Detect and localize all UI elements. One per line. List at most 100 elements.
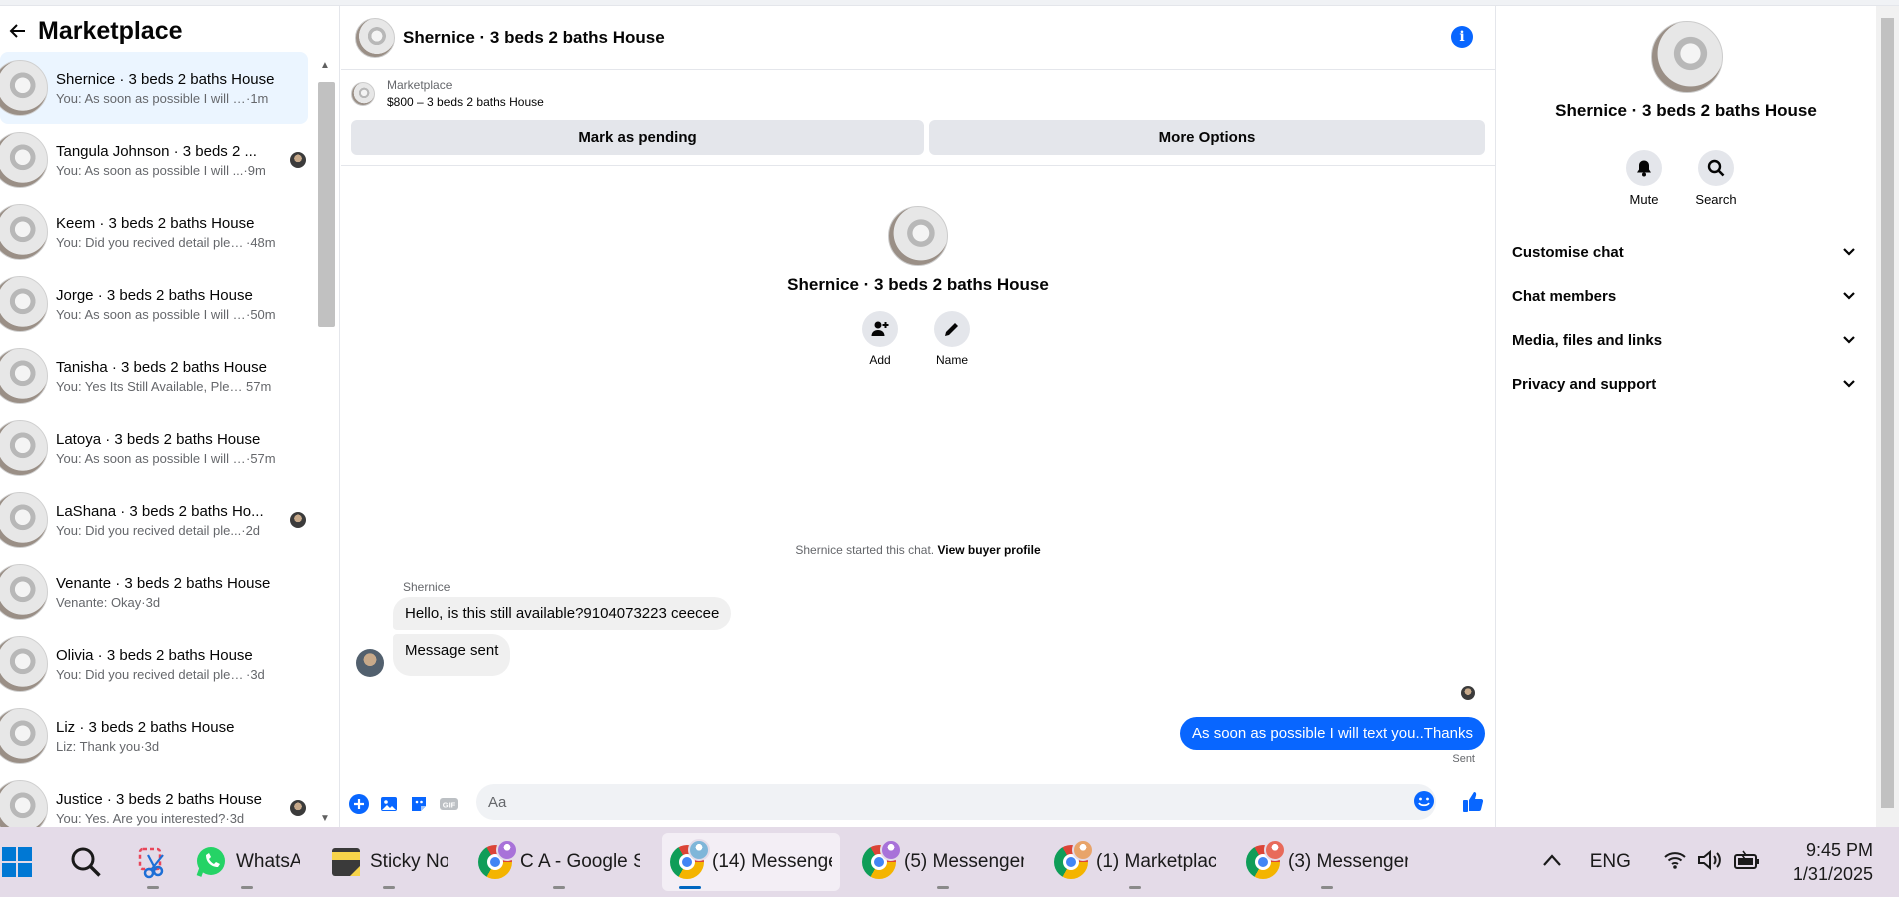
sender-avatar[interactable] <box>356 649 384 677</box>
search-in-chat-button[interactable]: Search <box>1695 150 1737 207</box>
details-section[interactable]: Media, files and links <box>1506 318 1866 362</box>
conversation-avatar <box>0 492 48 548</box>
details-section[interactable]: Chat members <box>1506 274 1866 318</box>
conversation-preview: You: Yes Its Still Available, Pleas... <box>56 378 246 394</box>
pencil-icon <box>945 323 958 336</box>
back-button[interactable] <box>4 17 32 45</box>
sent-status: Sent <box>1452 753 1475 765</box>
listing-label: Marketplace <box>387 78 453 92</box>
conversation-name: Tanisha · 3 beds 2 baths House <box>56 358 267 376</box>
taskbar-app[interactable]: WhatsAp <box>186 833 308 891</box>
arrow-left-icon <box>9 24 25 38</box>
taskbar-app[interactable]: C A - Google S <box>470 833 648 891</box>
details-section[interactable]: Privacy and support <box>1506 362 1866 406</box>
taskbar-app[interactable]: (5) Messenger <box>854 833 1032 891</box>
taskbar-snipping-tool[interactable] <box>128 833 178 891</box>
conversation-avatar <box>0 276 48 332</box>
system-tray: ENG 9:45 PM 1/31/2025 <box>1542 827 1899 897</box>
taskbar-app-label: (14) Messenger <box>712 851 832 872</box>
gif-icon: GIF <box>440 797 458 810</box>
conversation-item[interactable]: Tanisha · 3 beds 2 baths House You: Yes I… <box>0 340 314 412</box>
sender-name: Shernice <box>403 580 451 594</box>
conversation-item[interactable]: Keem · 3 beds 2 baths House You: Did you … <box>0 196 314 268</box>
show-hidden-icons-button[interactable] <box>1542 853 1562 872</box>
outgoing-message[interactable]: As soon as possible I will text you..Tha… <box>1180 717 1485 750</box>
volume-icon[interactable] <box>1697 849 1723 876</box>
like-button[interactable] <box>1461 790 1485 814</box>
attach-photo-button[interactable] <box>378 793 400 815</box>
mark-pending-button[interactable]: Mark as pending <box>351 120 924 155</box>
conversation-item[interactable]: Olivia · 3 beds 2 baths House You: Did yo… <box>0 628 314 700</box>
conversation-time: ·3d <box>246 666 265 682</box>
conversation-item[interactable]: Liz · 3 beds 2 baths House Liz: Thank you… <box>0 700 314 772</box>
profile-badge-icon <box>688 839 710 861</box>
page-scrollbar[interactable] <box>1876 6 1899 827</box>
conversation-preview: You: As soon as possible I will t... <box>56 306 246 322</box>
conversation-item[interactable]: Tangula Johnson · 3 beds 2 ... You: As so… <box>0 124 314 196</box>
info-icon[interactable]: i <box>1451 26 1473 48</box>
conversation-item[interactable]: Latoya · 3 beds 2 baths House You: As soo… <box>0 412 314 484</box>
page-scroll-thumb[interactable] <box>1881 18 1894 808</box>
taskbar-app[interactable]: Sticky No <box>322 833 456 891</box>
add-person-icon <box>871 321 889 336</box>
incoming-message[interactable]: Hello, is this still available?910407322… <box>393 597 732 630</box>
view-buyer-profile-link[interactable]: View buyer profile <box>937 543 1040 557</box>
details-section-label: Privacy and support <box>1512 375 1657 393</box>
listing-summary[interactable]: Marketplace $800 – 3 beds 2 baths House <box>351 78 544 109</box>
battery-icon[interactable] <box>1733 849 1761 876</box>
taskbar-app[interactable]: (14) Messenger <box>662 833 840 891</box>
sidebar-scrollbar[interactable]: ▲ ▼ <box>314 56 338 826</box>
mute-button[interactable]: Mute <box>1626 150 1662 207</box>
emoji-button[interactable] <box>1413 790 1435 812</box>
message-input[interactable] <box>476 784 1436 820</box>
scroll-up-icon[interactable]: ▲ <box>320 60 330 71</box>
chevron-down-icon <box>1843 336 1855 344</box>
taskbar-app[interactable]: (1) Marketplace <box>1046 833 1224 891</box>
details-section[interactable]: Customise chat <box>1506 230 1866 274</box>
conversation-time: ·2d <box>241 522 261 538</box>
sidebar-title: Marketplace <box>38 16 183 45</box>
sticker-button[interactable] <box>408 793 430 815</box>
listing-actions: Mark as pending More Options <box>351 120 1485 155</box>
conversation-item[interactable]: Venante · 3 beds 2 baths House Venante: O… <box>0 556 314 628</box>
conversation-preview: You: Did you recived detail ple... <box>56 522 242 538</box>
edit-name-button[interactable]: Name <box>934 311 970 367</box>
sidebar-header: Marketplace <box>0 6 339 56</box>
details-avatar[interactable] <box>1651 21 1723 93</box>
conversation-preview: You: As soon as possible I will te... <box>56 90 246 106</box>
more-actions-button[interactable] <box>348 793 370 815</box>
conversation-avatar <box>0 780 48 827</box>
more-options-button[interactable]: More Options <box>929 120 1485 155</box>
conversation-time: ·3d <box>225 810 245 826</box>
gif-button[interactable]: GIF <box>438 793 460 815</box>
add-people-button[interactable]: Add <box>862 311 898 367</box>
conversation-preview: You: As soon as possible I will t... <box>56 450 246 466</box>
start-button[interactable] <box>0 833 40 891</box>
sticker-icon <box>412 796 426 811</box>
listing-thumbnail <box>351 81 375 106</box>
profile-badge-icon <box>1264 839 1286 861</box>
language-indicator[interactable]: ENG <box>1590 851 1631 873</box>
clock[interactable]: 9:45 PM 1/31/2025 <box>1793 838 1873 886</box>
scroll-thumb[interactable] <box>318 82 335 327</box>
sticky-notes-icon <box>332 848 360 876</box>
conversation-item[interactable]: LaShana · 3 beds 2 baths Ho... You: Did y… <box>0 484 314 556</box>
taskbar-app[interactable]: (3) Messenger <box>1238 833 1416 891</box>
image-icon <box>381 796 397 811</box>
conversation-preview: You: Did you recived detail plea... <box>56 234 246 250</box>
taskbar-search-button[interactable] <box>62 833 110 891</box>
incoming-message[interactable]: Message sent <box>393 634 511 676</box>
conversation-list: Shernice · 3 beds 2 baths House You: As s… <box>0 52 314 827</box>
scroll-down-icon[interactable]: ▼ <box>320 813 330 824</box>
conversation-name: Venante · 3 beds 2 baths House <box>56 574 271 592</box>
conversation-item[interactable]: Jorge · 3 beds 2 baths House You: As soon… <box>0 268 314 340</box>
conversation-item[interactable]: Shernice · 3 beds 2 baths House You: As s… <box>0 52 308 124</box>
conversation-time: ·48m <box>246 234 276 250</box>
chat-title[interactable]: Shernice · 3 beds 2 baths House <box>403 28 665 48</box>
chat-avatar[interactable] <box>355 17 395 58</box>
wifi-icon[interactable] <box>1663 850 1687 875</box>
message-composer: GIF <box>341 780 1495 827</box>
thumbs-up-icon <box>1463 792 1484 812</box>
conversation-time: ·57m <box>246 450 276 466</box>
conversation-item[interactable]: Justice · 3 beds 2 baths House You: Yes. … <box>0 772 314 827</box>
